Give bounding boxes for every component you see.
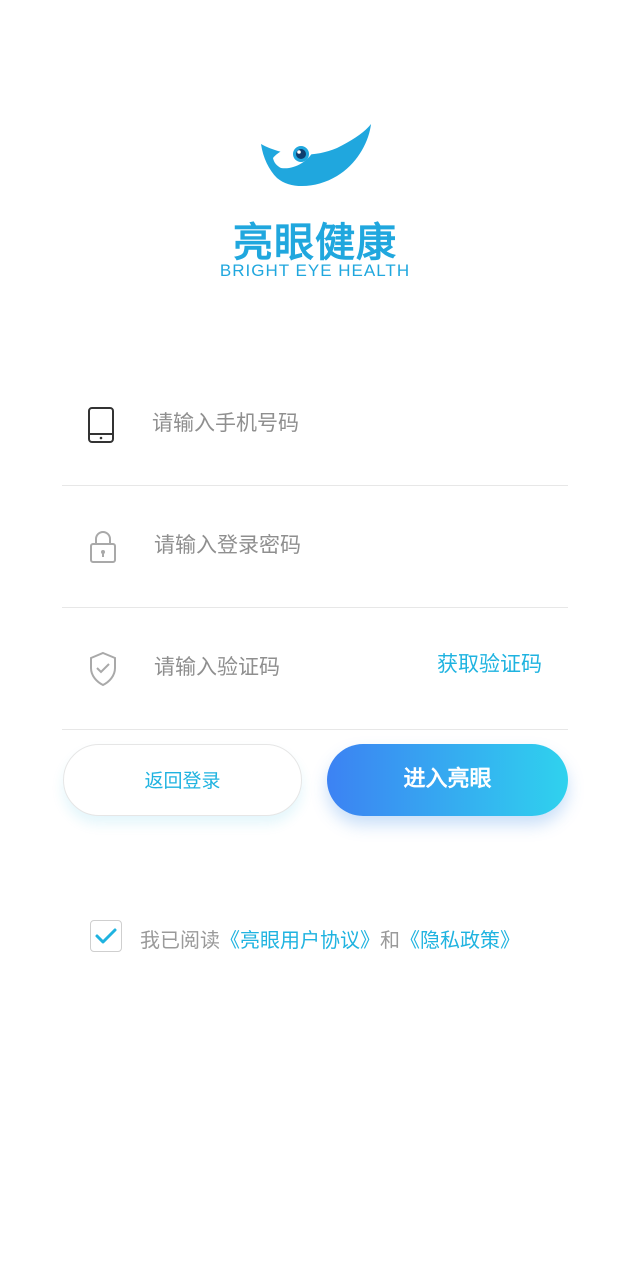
- code-field-row: 获取验证码: [62, 610, 568, 730]
- brand-name-en: BRIGHT EYE HEALTH: [219, 261, 411, 280]
- get-code-button[interactable]: 获取验证码: [437, 648, 542, 678]
- brand-logo: 亮眼健康 BRIGHT EYE HEALTH: [0, 118, 630, 288]
- checkmark-icon: [95, 928, 117, 944]
- privacy-policy-link[interactable]: 《隐私政策》: [400, 928, 520, 952]
- enter-button[interactable]: 进入亮眼: [327, 744, 568, 816]
- phone-field-row: [62, 366, 568, 486]
- phone-icon: [88, 407, 114, 443]
- code-input[interactable]: [152, 648, 406, 686]
- lock-icon: [90, 531, 116, 563]
- agreement-conjunction: 和: [380, 928, 400, 952]
- password-field-row: [62, 488, 568, 608]
- back-to-login-button[interactable]: 返回登录: [63, 744, 302, 816]
- agreement-prefix: 我已阅读: [140, 928, 220, 952]
- phone-input[interactable]: [150, 404, 424, 442]
- brand-name-cn: 亮眼健康: [233, 220, 397, 266]
- agreement-text: 我已阅读《亮眼用户协议》和《隐私政策》: [140, 924, 520, 953]
- user-agreement-link[interactable]: 《亮眼用户协议》: [220, 928, 380, 952]
- password-input[interactable]: [152, 526, 426, 564]
- eye-logo-icon: [261, 124, 371, 187]
- shield-check-icon: [90, 651, 116, 687]
- agreement-checkbox[interactable]: [90, 920, 122, 952]
- agreement-row: 我已阅读《亮眼用户协议》和《隐私政策》: [90, 919, 570, 955]
